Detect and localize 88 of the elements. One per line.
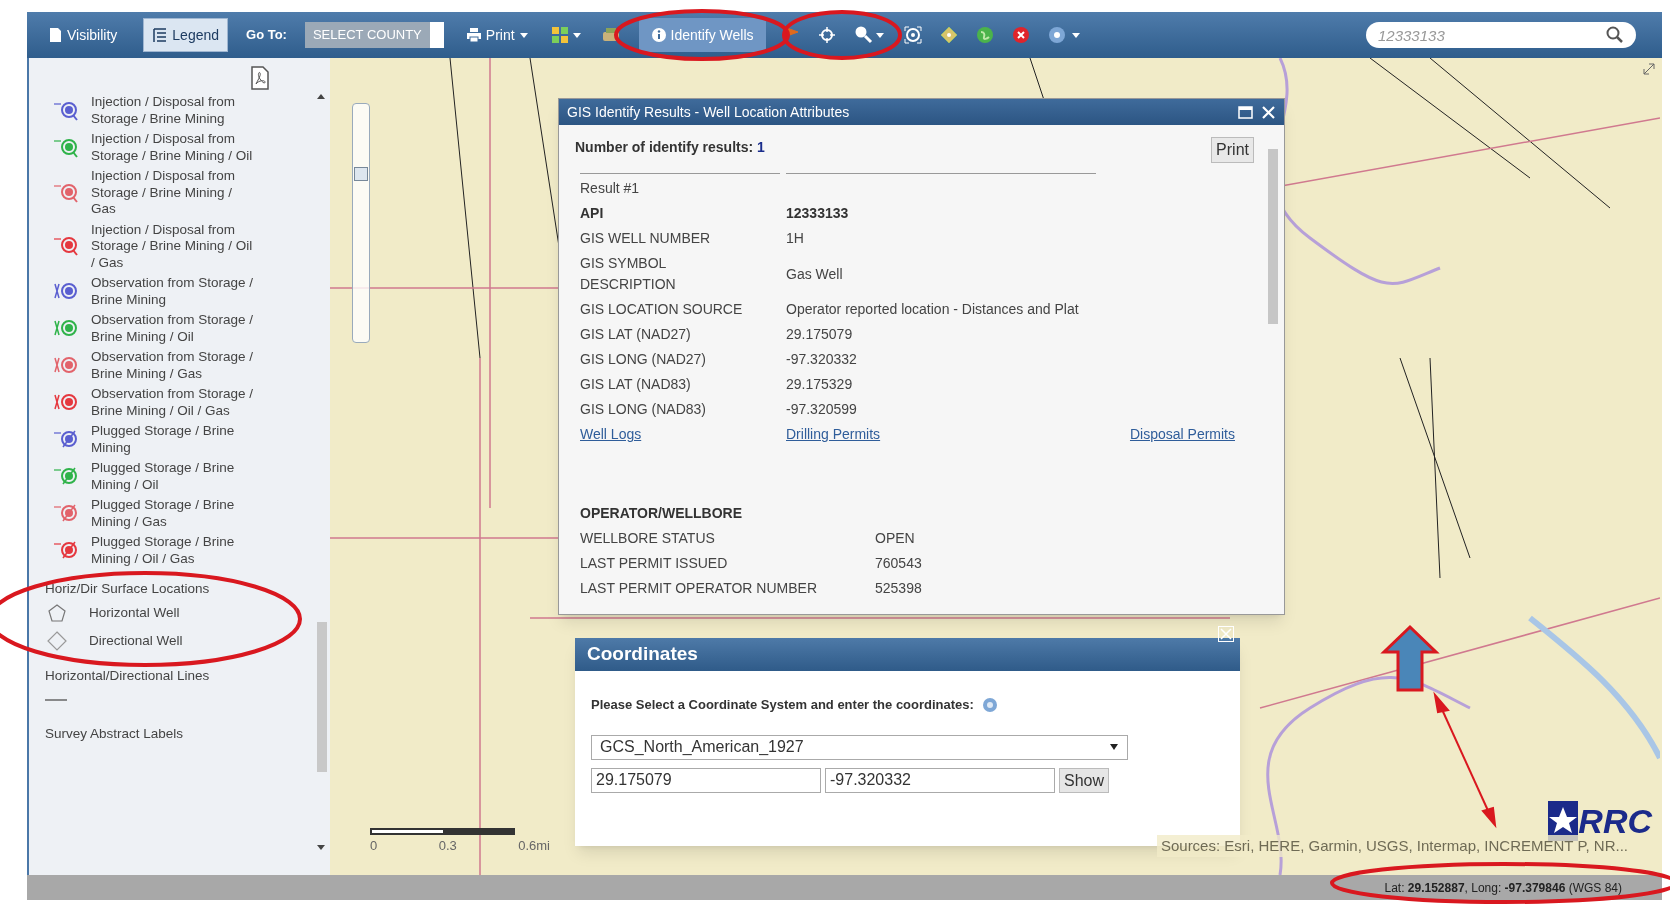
close-icon[interactable] (1218, 626, 1234, 642)
link[interactable]: Disposal Permits (1129, 424, 1235, 445)
attribute-name: LAST PERMIT OPERATOR NUMBER (580, 579, 818, 598)
attribute-name: GIS LONG (NAD27) (580, 350, 708, 369)
attribute-value: Operator reported location - Distances and Plat (786, 300, 1080, 319)
legend-label: Observation from Storage / Brine Mining (91, 275, 255, 308)
legend-label: Plugged Storage / Brine Mining / Oil (91, 460, 236, 493)
legend-label: Horizontal Well (89, 605, 180, 622)
attribute-value: Gas Well (786, 264, 844, 284)
diamond-icon[interactable] (939, 26, 958, 44)
grid-icon[interactable] (550, 26, 583, 44)
print-button[interactable]: Print (461, 24, 533, 46)
legend-heading: Horizontal/Directional Lines (45, 667, 211, 684)
cursor-coordinates: Lat: 29.152887, Long: -97.379846 (WGS 84) (1384, 879, 1622, 897)
expand-icon[interactable] (1642, 62, 1656, 76)
dialog-title: Coordinates (587, 642, 698, 667)
attribute-name: GIS LAT (NAD27) (580, 325, 692, 344)
legend-label: Observation from Storage / Brine Mining / Oil / Gas (91, 386, 255, 419)
link[interactable]: Well Logs (580, 424, 786, 445)
goto-label: Go To: (246, 26, 287, 45)
zoom-slider[interactable] (352, 103, 370, 343)
list-icon (152, 27, 169, 43)
legend-heading: Survey Abstract Labels (45, 726, 185, 743)
result-count: Number of identify results: 1 (575, 138, 765, 157)
attribute-value: 29.175079 (786, 325, 854, 344)
zoom-extent-icon[interactable] (903, 26, 922, 44)
legend-label: Observation from Storage / Brine Mining / Gas (91, 349, 255, 382)
attribute-name: GIS LAT (NAD83) (580, 375, 692, 394)
link[interactable]: Drilling Permits (786, 424, 1130, 445)
slider-handle[interactable] (354, 167, 368, 182)
attribute-value: 525398 (875, 579, 923, 598)
legend-label: Injection / Disposal from Storage / Brine Mining / Oil / Gas (91, 221, 254, 271)
scroll-up-icon[interactable] (317, 94, 325, 99)
search-icon[interactable] (853, 25, 886, 45)
crosshair-icon[interactable] (817, 26, 836, 44)
attribute-name: GIS SYMBOL DESCRIPTION (580, 254, 677, 294)
legend-heading: Horiz/Dir Surface Locations (45, 581, 211, 598)
attribute-value: 760543 (875, 554, 923, 573)
print-button[interactable]: Print (1211, 137, 1254, 163)
attribute-value: -97.320332 (786, 350, 858, 369)
legend-label: Plugged Storage / Brine Mining / Gas (91, 497, 236, 530)
window-title: GIS Identify Results - Well Location Attributes (567, 102, 851, 122)
legend-label: Directional Well (89, 633, 183, 650)
help-icon[interactable] (1047, 26, 1082, 44)
attribute-name: API (580, 204, 605, 223)
info-icon[interactable] (650, 27, 667, 43)
scroll-down-icon[interactable] (317, 845, 325, 850)
globe-icon[interactable] (975, 26, 994, 44)
attribute-value: 1H (786, 229, 805, 248)
attribute-value: OPEN (875, 529, 916, 548)
legend-label: Injection / Disposal from Storage / Brine Mining / Oil (91, 131, 254, 164)
printer-icon[interactable] (465, 27, 482, 43)
search-icon[interactable] (1606, 26, 1624, 44)
scrollbar-thumb[interactable] (1268, 149, 1278, 324)
attribute-name: WELLBORE STATUS (580, 529, 716, 548)
attribute-value: 29.175329 (786, 375, 854, 394)
legend-label: Observation from Storage / Brine Mining / Oil (91, 312, 255, 345)
coordinate-system-dropdown[interactable]: GCS_North_American_1927 (591, 734, 1128, 760)
maximize-icon[interactable] (1238, 104, 1253, 120)
attribute-value: -97.320599 (786, 400, 858, 419)
legend-label: Injection / Disposal from Storage / Brine Mining (91, 94, 237, 127)
toolbar-tab[interactable]: Legend (143, 18, 229, 52)
attribute-name: LAST PERMIT ISSUED (580, 554, 729, 573)
attribute-value: 12333133 (786, 204, 850, 223)
search-field[interactable]: 12333133 (1366, 22, 1636, 48)
legend-label: Injection / Disposal from Storage / Brine Mining / Gas (91, 168, 237, 218)
line-symbol-icon (45, 698, 67, 702)
prompt-text: Please Select a Coordinate System and enter the coordinates: (591, 696, 974, 714)
attribute-name: GIS LONG (NAD83) (580, 400, 708, 419)
attribute-name: GIS LOCATION SOURCE (580, 300, 744, 319)
scrollbar-thumb[interactable] (317, 622, 327, 772)
section-title: OPERATOR/WELLBORE (580, 504, 744, 523)
close-icon[interactable] (1011, 26, 1030, 44)
toolbar-tab[interactable]: Visibility (39, 18, 126, 52)
pdf-icon[interactable] (250, 66, 270, 90)
scale-label: 0.3 (438, 837, 457, 855)
latitude-field[interactable]: 29.175079 (591, 767, 821, 793)
show-button[interactable]: Show (1059, 767, 1110, 793)
attribute-name: GIS WELL NUMBER (580, 229, 712, 248)
document-icon (47, 27, 63, 43)
result-label: Result #1 (580, 179, 641, 198)
scale-label: 0.6mi (518, 837, 550, 855)
scale-label: 0 (370, 837, 378, 855)
close-icon[interactable] (1261, 104, 1276, 120)
caret-icon[interactable] (1109, 742, 1119, 752)
legend-label: Plugged Storage / Brine Mining / Oil / Gas (91, 534, 236, 567)
legend-label: Plugged Storage / Brine Mining (91, 423, 236, 456)
longitude-field[interactable]: -97.320332 (825, 767, 1055, 793)
